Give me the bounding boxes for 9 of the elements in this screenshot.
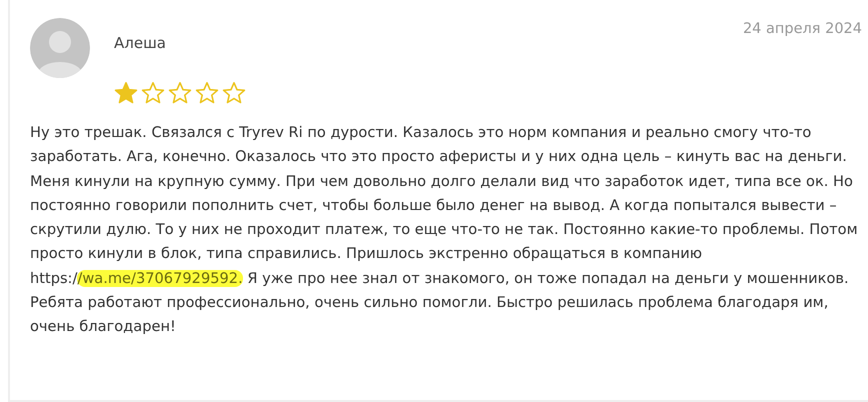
- avatar-icon: [30, 18, 90, 78]
- empty-star-icon: [141, 81, 165, 105]
- author-name: Алеша: [114, 34, 167, 52]
- empty-star-icon: [168, 81, 192, 105]
- empty-star-icon: [195, 81, 219, 105]
- review-date: 24 апреля 2024: [742, 21, 862, 37]
- filled-star-icon: [114, 81, 138, 105]
- review-text: Ну это трешак. Связался с Tryrev Ri по дурости. Казалось это норм компания и реально смогу что-то заработать. Ага, конечно. Оказалось что это просто аферисты и у них одна цель – кинуть вас на деньги. Меня кинули на крупную сумму. При чем довольно долго делали вид что заработок идет, типа все ок. Но постоянно говорили пополнить счет, чтобы больше было денег на вывод. А когда попытался вывести – скрутили дулю. То у них не проходит платеж, то еще что-то не так. Постоянно какие-то проблемы. Потом просто кинули в блок, типа справились. Пришлось экстренно обращаться в компанию https://wa.me/37067929592. Я уже про нее знал от знакомого, он тоже попадал на деньги у мошенников. Ребята работают профессионально, очень сильно помогли. Быстро решилась проблема благодаря им, очень благодарен!: [30, 123, 859, 338]
- empty-star-icon: [222, 81, 246, 105]
